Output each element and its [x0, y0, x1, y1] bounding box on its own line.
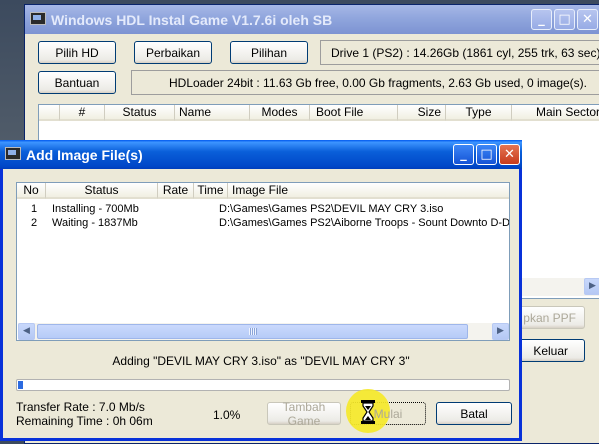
drive-info-text: Drive 1 (PS2) : 14.26Gb (1861 cyl, 255 t… — [331, 45, 599, 60]
dialog-titlebar[interactable]: Add Image File(s) — [0, 140, 522, 169]
status-message: Adding "DEVIL MAY CRY 3.iso" as "DEVIL M… — [112, 354, 410, 368]
main-titlebar[interactable]: Windows HDL Instal Game V1.7.6i oleh SB — [25, 5, 599, 34]
bantuan-button[interactable]: Bantuan — [38, 71, 116, 94]
dialog-title: Add Image File(s) — [26, 146, 143, 163]
column-header-name[interactable]: Name — [175, 105, 250, 121]
tambah-game-button[interactable]: Tambah Game — [267, 400, 341, 428]
mulai-button-label: Mulai — [373, 406, 403, 421]
drive-info-panel: Drive 1 (PS2) : 14.26Gb (1861 cyl, 255 t… — [320, 40, 599, 65]
arrow-right-icon[interactable]: ▶ — [584, 278, 599, 295]
maximize-icon[interactable]: □ — [476, 144, 497, 165]
app-icon — [30, 12, 46, 25]
maximize-icon[interactable]: □ — [554, 9, 575, 30]
scroll-thumb[interactable] — [37, 324, 468, 339]
column-header-rate[interactable]: Rate — [158, 183, 194, 199]
image-list-hscrollbar[interactable]: ◀ ▶ — [18, 323, 509, 340]
loader-info-text: HDLoader 24bit : 11.63 Gb free, 0.00 Gb … — [169, 75, 588, 90]
column-header-modes[interactable]: Modes — [250, 105, 310, 121]
arrow-left-icon[interactable]: ◀ — [18, 323, 35, 340]
minimize-icon[interactable]: _ — [531, 9, 552, 30]
minimize-icon[interactable]: _ — [453, 144, 474, 165]
add-image-dialog: Add Image File(s) _ □ ✕ No Status Rate T… — [0, 140, 522, 441]
close-icon[interactable]: ✕ — [577, 9, 598, 30]
thumb-grip-icon — [248, 328, 257, 335]
column-header-blank[interactable] — [39, 105, 60, 121]
column-header-status[interactable]: Status — [105, 105, 175, 121]
batal-button[interactable]: Batal — [436, 402, 512, 425]
column-header-time[interactable]: Time — [194, 183, 228, 199]
loader-info-panel: HDLoader 24bit : 11.63 Gb free, 0.00 Gb … — [131, 70, 599, 95]
column-header-number[interactable]: # — [60, 105, 105, 121]
column-header-type[interactable]: Type — [446, 105, 512, 121]
row-status: Waiting - 1837Mb — [52, 217, 138, 229]
row-no: 1 — [31, 203, 38, 215]
column-header-main-sector[interactable]: Main Sector — [512, 105, 599, 121]
column-header-size[interactable]: Size — [398, 105, 446, 121]
app-icon — [5, 147, 21, 160]
row-no: 2 — [31, 217, 38, 229]
transfer-rate: Transfer Rate : 7.0 Mb/s — [16, 400, 145, 414]
column-header-no[interactable]: No — [17, 183, 46, 199]
close-icon[interactable]: ✕ — [499, 144, 520, 165]
column-header-status[interactable]: Status — [46, 183, 158, 199]
pilihan-button[interactable]: Pilihan — [230, 41, 308, 64]
arrow-right-icon[interactable]: ▶ — [492, 323, 509, 340]
progress-bar — [16, 379, 510, 391]
pilih-hd-button[interactable]: Pilih HD — [38, 41, 116, 64]
row-image-file: D:\Games\Games PS2\Aiborne Troops - Soun… — [219, 217, 510, 229]
main-window-title: Windows HDL Instal Game V1.7.6i oleh SB — [51, 11, 333, 28]
column-header-boot-file[interactable]: Boot File — [310, 105, 398, 121]
row-status: Installing - 700Mb — [52, 203, 139, 215]
game-list-hscrollbar[interactable]: ▶ — [517, 278, 599, 296]
column-header-image-file[interactable]: Image File — [228, 183, 509, 199]
percent-label: 1.0% — [213, 408, 241, 422]
image-file-list[interactable]: No Status Rate Time Image File 1 Install… — [16, 182, 510, 341]
row-image-file: D:\Games\Games PS2\DEVIL MAY CRY 3.iso — [219, 203, 444, 215]
progress-fill — [18, 381, 23, 389]
perbaikan-button[interactable]: Perbaikan — [134, 41, 212, 64]
remaining-time: Remaining Time : 0h 06m — [16, 414, 153, 428]
